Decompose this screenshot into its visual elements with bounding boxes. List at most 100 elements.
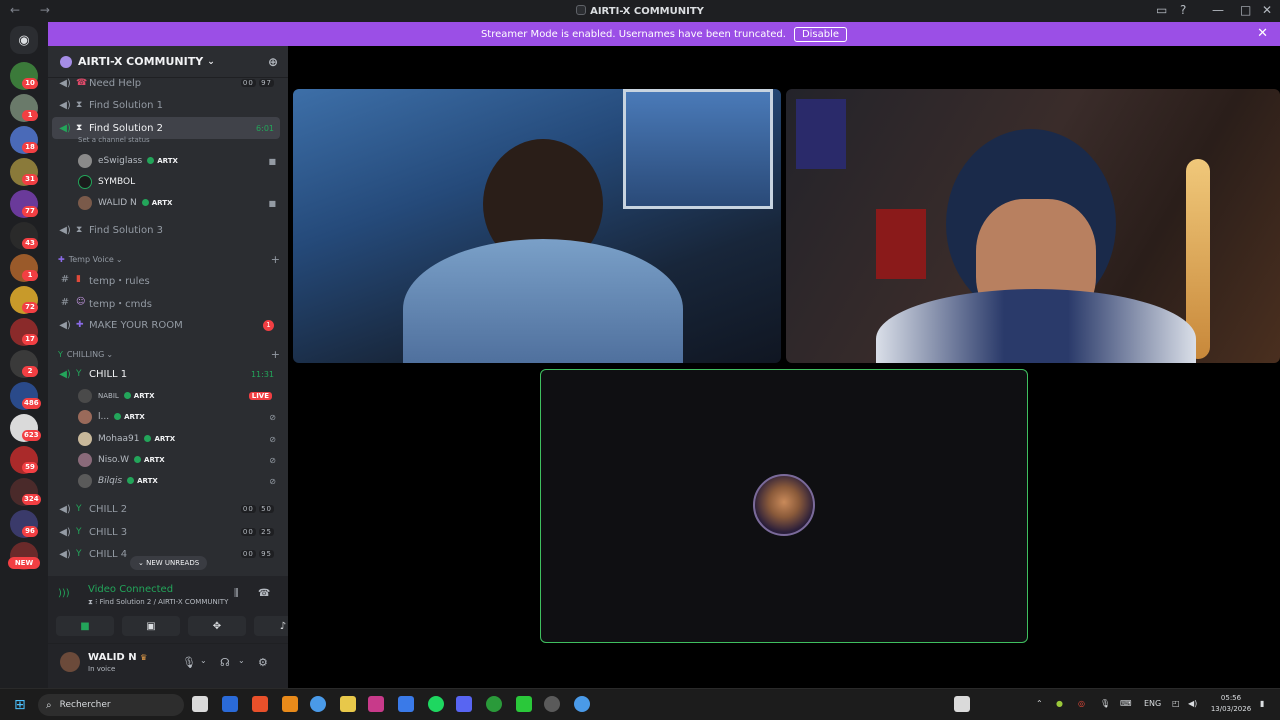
chevron-down-icon[interactable]: ⌄ [238,656,245,665]
app-logo-icon [576,5,587,15]
voice-channel-need-help[interactable]: ◀) ☎ Need Help 00 97 [52,72,280,94]
headphones-icon[interactable]: ☊ [220,656,230,669]
video-tile-participant-1[interactable] [293,89,781,363]
voice-channel-chill-2[interactable]: ◀) Y CHILL 2 00 50 [52,498,280,520]
voice-user[interactable]: l... ARTX ⊘ [78,408,278,426]
chevron-down-icon[interactable]: ⌄ [200,656,207,665]
text-channel-temp-cmds[interactable]: # ☺ temp・cmds [52,291,280,313]
avatar[interactable] [60,652,80,672]
speaker-icon: ◀) [59,122,71,134]
file-explorer-icon[interactable] [340,696,356,712]
voice-channel-make-your-room[interactable]: ◀) ✚ MAKE YOUR ROOM 1 [52,314,280,336]
tray-app-icon[interactable]: ● [1056,699,1063,708]
unread-badge: 324 [22,494,41,505]
voice-user[interactable]: WALID N ARTX ■ [78,194,278,212]
maximize-button[interactable]: □ [1240,3,1251,17]
channel-user-count: 00 97 [240,79,274,87]
cocktail-icon: Y [76,504,82,514]
chrome-profile-icon[interactable] [574,696,590,712]
windows-start-icon[interactable]: ⊞ [14,697,26,713]
voice-channel-chill-3[interactable]: ◀) Y CHILL 3 00 25 [52,521,280,543]
video-connected-label[interactable]: Video Connected [88,584,173,595]
microphone-icon[interactable]: 🎙︎ [1100,699,1110,708]
task-view-icon[interactable] [192,696,208,712]
security-icon[interactable] [222,696,238,712]
spotify-icon[interactable] [428,696,444,712]
unread-badge: 59 [22,462,38,473]
voice-channel-find-solution-3[interactable]: ◀) ⧗ Find Solution 3 [52,219,280,241]
video-tile-participant-2[interactable] [786,89,1280,363]
user-panel: WALID N ♛ In voice 🎙︎ ⌄ ☊ ⌄ ⚙ [48,644,288,688]
chevron-down-icon: ⌄ [106,350,114,359]
disconnect-icon[interactable]: ☎ [258,588,270,599]
chrome-icon[interactable] [310,696,326,712]
category-chilling[interactable]: Y CHILLING ⌄ + [58,348,280,361]
pinned-app-icon[interactable] [954,696,970,712]
channel-user-count: 00 95 [240,550,274,558]
speaker-icon: ◀) [59,503,71,515]
language-indicator[interactable]: ENG [1144,699,1161,708]
disable-streamer-button[interactable]: Disable [793,26,848,42]
voice-user[interactable]: Mohaa91 ARTX ⊘ [78,430,278,448]
new-unreads-pill[interactable]: ⌄ NEW UNREADS [130,556,208,570]
voice-user[interactable]: NABIL ARTX LIVE [78,387,278,405]
activities-button[interactable]: ✥ [188,616,246,636]
plus-emoji-icon: ✚ [58,255,65,264]
noise-suppression-icon[interactable]: ⫼ [234,588,239,599]
crown-icon: ♛ [140,653,148,662]
voice-channel-chill-1[interactable]: ◀) Y CHILL 1 11:31 [52,363,280,385]
signal-icon[interactable]: ))) [58,588,70,599]
channel-status[interactable]: Set a channel status [78,136,150,144]
camera-button[interactable]: ■ [56,616,114,636]
text-channel-temp-rules[interactable]: # ▮ temp・rules [52,268,280,290]
voice-user[interactable]: eSwiglass ARTX ■ [78,152,278,170]
xbox-icon[interactable] [486,696,502,712]
create-channel-icon[interactable]: + [271,348,280,361]
unread-badge: 1 [22,270,38,281]
instagram-icon[interactable] [368,696,384,712]
streamer-mode-banner: Streamer Mode is enabled. Usernames have… [48,22,1280,46]
streamer-mode-text: Streamer Mode is enabled. Usernames have… [480,28,786,40]
launcher-icon[interactable] [516,696,532,712]
jersey-frame [796,99,846,169]
keyboard-icon[interactable]: ⌨ [1120,699,1132,708]
invite-people-icon[interactable]: ⊕ [268,55,278,69]
voice-user[interactable]: Bilqis ARTX ⊘ [78,472,278,490]
mention-badge: 1 [263,319,274,331]
system-clock[interactable]: 05:56 13/03/2026 [1208,693,1254,715]
minimize-button[interactable]: — [1212,3,1224,17]
inbox-icon[interactable]: ▭ [1156,3,1167,17]
close-window-button[interactable]: ✕ [1262,3,1272,17]
gear-icon[interactable]: ⚙ [258,656,268,669]
search-box[interactable]: ⌕ Rechercher [38,694,184,716]
unread-badge: 10 [22,78,38,89]
brave-browser-icon[interactable] [252,696,268,712]
server-guild-icon [60,55,72,68]
chevron-up-icon[interactable]: ⌃ [1036,699,1043,708]
volume-icon[interactable]: ◀) [1188,699,1197,708]
voice-channel-find-solution-1[interactable]: ◀) ⧗ Find Solution 1 [52,94,280,116]
voice-user[interactable]: Niso.W ARTX ⊘ [78,451,278,469]
avatar [78,410,92,424]
voice-user[interactable]: SYMBOL [78,173,278,191]
username[interactable]: WALID N ♛ [88,652,147,663]
connected-channel-label[interactable]: ⧗ ⁝ Find Solution 2 / AIRTI-X COMMUNITY [88,598,228,607]
close-banner-icon[interactable]: ✕ [1257,26,1268,41]
vlc-icon[interactable] [282,696,298,712]
microphone-icon[interactable]: 🎙︎ [182,656,196,669]
steam-icon[interactable] [544,696,560,712]
help-icon[interactable]: ? [1180,3,1186,17]
discord-taskbar-icon[interactable] [456,696,472,712]
create-channel-icon[interactable]: + [271,253,280,266]
wifi-icon[interactable]: ◰ [1172,699,1180,708]
notification-icon[interactable]: ▮ [1260,699,1264,708]
screen-share-button[interactable]: ▣ [122,616,180,636]
category-temp-voice[interactable]: ✚ Temp Voice ⌄ + [58,253,280,266]
server-name: AIRTI-X COMMUNITY [78,55,204,68]
cocktail-icon: Y [76,527,82,537]
tray-app-icon[interactable]: ◎ [1078,699,1085,708]
video-tile-self-avatar[interactable] [540,369,1028,643]
new-servers-badge[interactable]: NEW [8,557,40,569]
discord-home-icon[interactable]: ◉ [10,26,38,54]
store-icon[interactable] [398,696,414,712]
